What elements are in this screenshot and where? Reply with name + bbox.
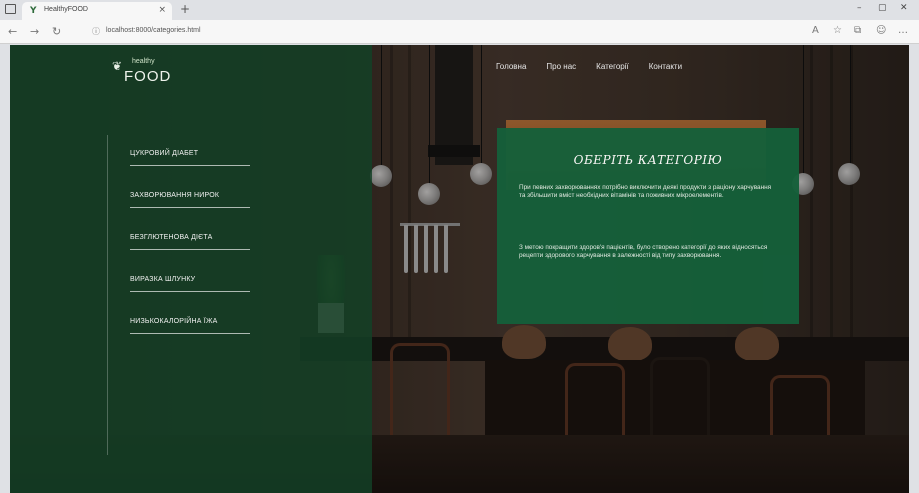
choose-category-panel: ОБЕРІТЬ КАТЕГОРІЮ При певних захворюванн… <box>497 128 799 324</box>
tab-title: HealthyFOOD <box>44 6 88 13</box>
profile-icon[interactable]: ☺ <box>876 25 886 36</box>
divider <box>130 165 250 166</box>
browser-tab[interactable]: Y HealthyFOOD × <box>22 2 172 20</box>
side-menu-item-label: БЕЗГЛЮТЕНОВА ДІЄТА <box>130 234 213 241</box>
divider <box>130 249 250 250</box>
nav-link-categories[interactable]: Категорії <box>596 62 629 82</box>
divider <box>130 207 250 208</box>
address-text: localhost:8000/categories.html <box>106 27 201 34</box>
side-menu-item-label: ЦУКРОВИЙ ДІАБЕТ <box>130 150 199 157</box>
side-menu-item-ulcer[interactable]: ВИРАЗКА ШЛУНКУ <box>130 273 262 293</box>
new-tab-button[interactable]: + <box>180 2 190 16</box>
logo-big-text: FOOD <box>124 68 172 85</box>
tab-actions-icon[interactable] <box>5 4 16 14</box>
logo-small-text: healthy <box>132 58 155 65</box>
more-menu-icon[interactable]: … <box>898 25 908 36</box>
side-menu-item-low-calorie[interactable]: НИЗЬКОКАЛОРІЙНА ЇЖА <box>130 315 262 335</box>
browser-toolbar: ← → ↻ ⓘ localhost:8000/categories.html A… <box>0 20 919 44</box>
read-aloud-icon[interactable]: A <box>812 25 819 36</box>
side-menu-item-gluten-free[interactable]: БЕЗГЛЮТЕНОВА ДІЄТА <box>130 231 262 251</box>
collections-icon[interactable]: ⧉ <box>854 25 861 36</box>
leaf-icon: ❦ <box>112 59 123 73</box>
site-logo[interactable]: ❦ healthy FOOD <box>112 55 192 91</box>
divider <box>130 333 250 334</box>
favorites-icon[interactable]: ☆ <box>833 25 842 36</box>
nav-link-about[interactable]: Про нас <box>546 62 576 82</box>
nav-link-home[interactable]: Головна <box>496 62 526 82</box>
side-menu-item-label: ЗАХВОРЮВАННЯ НИРОК <box>130 192 220 199</box>
category-side-menu: ЦУКРОВИЙ ДІАБЕТ ЗАХВОРЮВАННЯ НИРОК БЕЗГЛ… <box>107 135 267 455</box>
maximize-icon[interactable]: ▢ <box>878 3 887 13</box>
nav-link-contacts[interactable]: Контакти <box>649 62 682 82</box>
top-navigation: Головна Про нас Категорії Контакти <box>496 62 702 82</box>
info-icon[interactable]: ⓘ <box>92 26 100 37</box>
browser-tab-bar: Y HealthyFOOD × + – ▢ ✕ <box>0 0 919 20</box>
side-menu-item-kidney[interactable]: ЗАХВОРЮВАННЯ НИРОК <box>130 189 262 209</box>
side-menu-item-label: НИЗЬКОКАЛОРІЙНА ЇЖА <box>130 318 218 325</box>
panel-paragraph-1: При певних захворюваннях потрібно виключ… <box>519 184 772 199</box>
forward-icon[interactable]: → <box>30 25 39 38</box>
divider <box>130 291 250 292</box>
address-bar[interactable]: ⓘ localhost:8000/categories.html <box>92 24 792 40</box>
panel-paragraph-2: З метою покращити здоров'я пацієнтів, бу… <box>519 244 768 259</box>
panel-title: ОБЕРІТЬ КАТЕГОРІЮ <box>573 153 723 167</box>
close-icon[interactable]: × <box>158 5 166 15</box>
tab-favicon-icon: Y <box>30 6 37 16</box>
page-viewport: ❦ healthy FOOD Головна Про нас Категорії… <box>10 45 909 493</box>
close-window-icon[interactable]: ✕ <box>900 3 908 13</box>
side-menu-item-label: ВИРАЗКА ШЛУНКУ <box>130 276 196 283</box>
refresh-icon[interactable]: ↻ <box>52 25 61 38</box>
side-menu-item-diabetes[interactable]: ЦУКРОВИЙ ДІАБЕТ <box>130 147 262 167</box>
back-icon[interactable]: ← <box>8 25 17 38</box>
minimize-icon[interactable]: – <box>857 3 862 13</box>
